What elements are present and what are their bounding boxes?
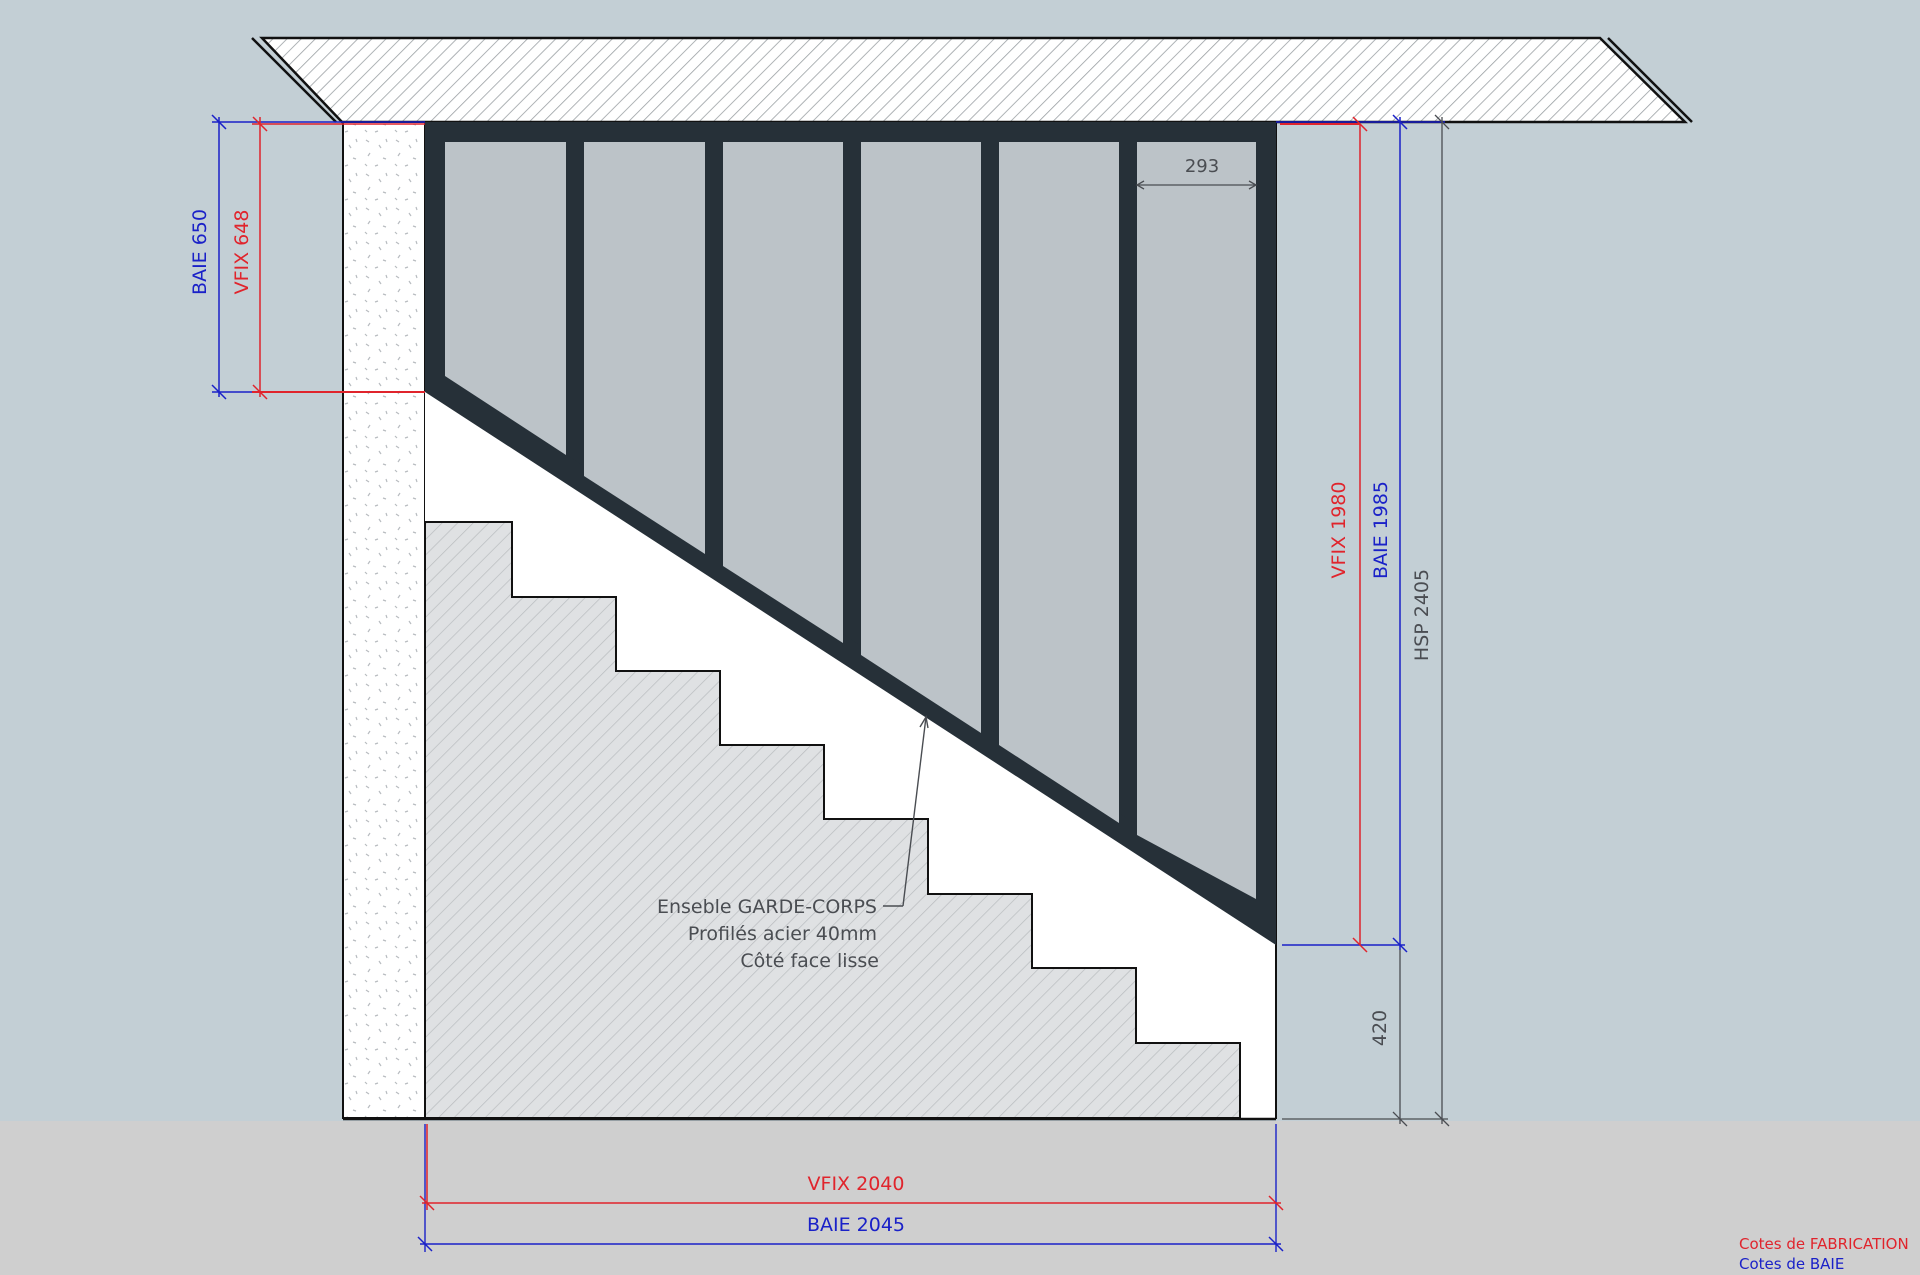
dim-baie-650: BAIE 650 [189,209,211,295]
panel-width-label: 293 [1185,156,1219,177]
legend-baie: Cotes de BAIE [1739,1255,1844,1273]
dim-baie-1985: BAIE 1985 [1370,481,1392,579]
annotation-line-2: Profilés acier 40mm [688,923,877,945]
glass-panel-5 [999,142,1119,823]
left-wall [342,121,426,1119]
floor-band [0,1121,1920,1275]
dim-baie-2045: BAIE 2045 [807,1214,905,1236]
ceiling-slab [251,36,1693,124]
stage: 293 Enseble GARDE-CORPS Profilés acier 4… [0,0,1920,1275]
glass-panel-3 [723,142,843,643]
legend-fabrication: Cotes de FABRICATION [1739,1235,1909,1253]
elevation-drawing: 293 Enseble GARDE-CORPS Profilés acier 4… [0,36,1920,1275]
annotation-line-3: Côté face lisse [740,950,879,972]
glass-panel-4 [861,142,981,733]
dim-420: 420 [1369,1010,1391,1046]
annotation-line-1: Enseble GARDE-CORPS [657,896,877,918]
glass-panel-6 [1137,142,1256,899]
dim-vfix-2040: VFIX 2040 [808,1173,905,1195]
dim-vfix-1980: VFIX 1980 [1328,482,1350,579]
dim-vfix-648: VFIX 648 [231,210,253,295]
dim-hsp-2405: HSP 2405 [1411,569,1433,661]
